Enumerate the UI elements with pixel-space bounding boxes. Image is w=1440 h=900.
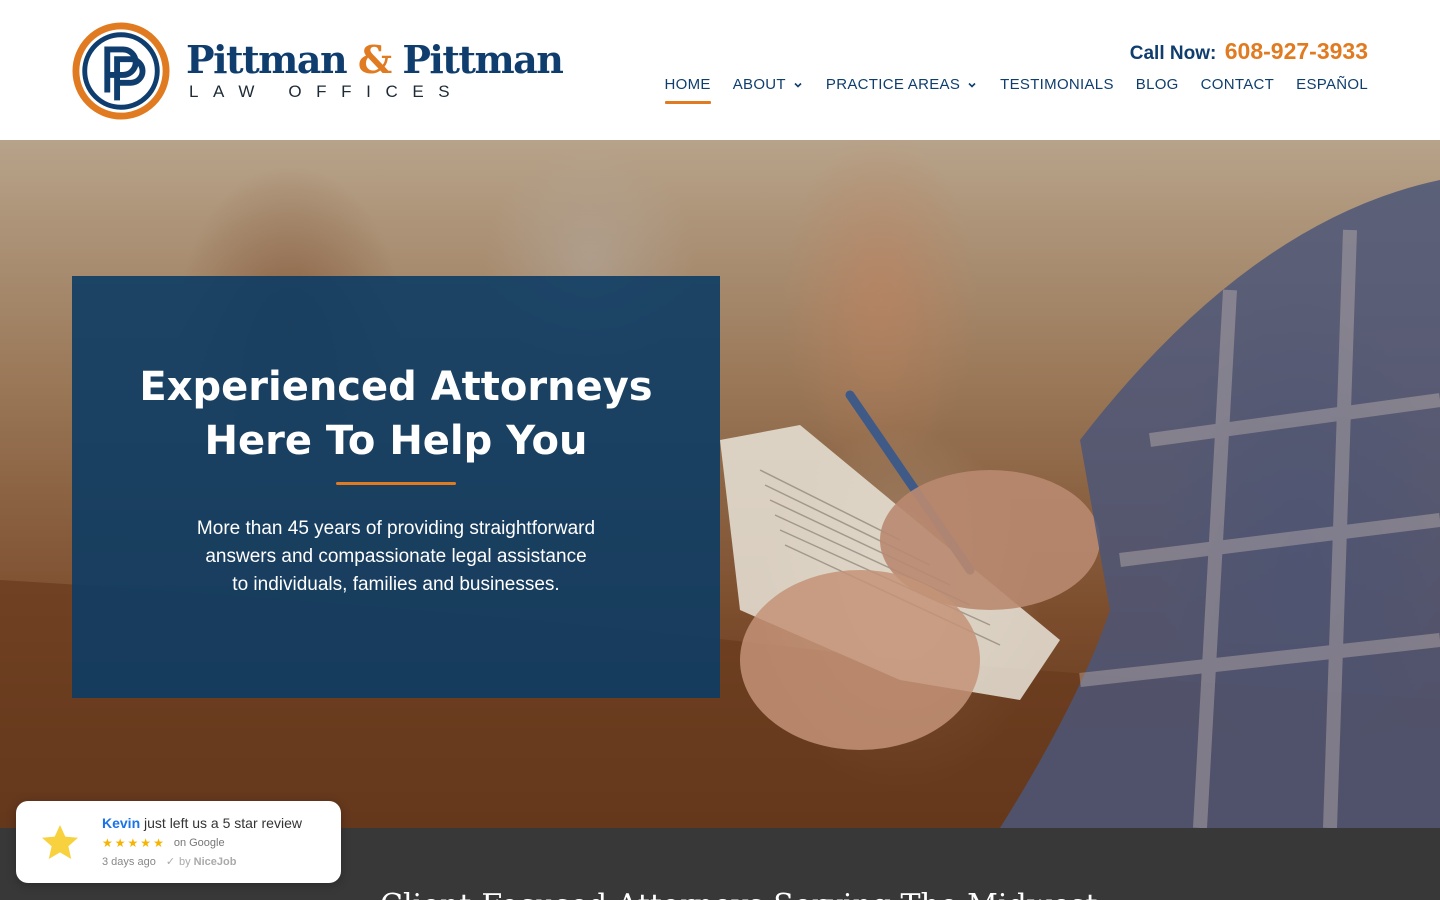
rating-star-icon: ★ [127,836,139,850]
review-provider-link[interactable]: NiceJob [194,856,237,868]
chevron-down-icon [968,82,976,88]
review-by-label: by [179,855,191,868]
logo-subtitle: LAW OFFICES [189,82,465,101]
check-icon: ✓ [165,856,176,868]
nav-item-contact[interactable]: CONTACT [1201,76,1274,101]
nav-item-about[interactable]: ABOUT [733,76,804,101]
nav-item-home[interactable]: HOME [664,76,711,104]
review-meta: 3 days ago ✓ by NiceJob [102,855,237,869]
nav-item-label: PRACTICE AREAS [825,76,961,93]
review-time: 3 days ago [102,855,156,868]
logo-ampersand: & [357,37,392,82]
nav-item-label: HOME [664,76,711,93]
star-icon [42,825,78,859]
phone-number-link[interactable]: 608-927-3933 [1225,38,1368,64]
hero-title-divider [336,482,456,485]
logo-firm-name: Pittman & Pittman [186,37,564,82]
rating-star-icon: ★ [153,836,164,850]
rating-star-icon: ★ [114,836,126,850]
nav-item-testimonials[interactable]: TESTIMONIALS [1000,76,1114,101]
nav-item-blog[interactable]: BLOG [1136,76,1179,101]
call-now-label: Call Now: [1129,43,1217,64]
review-rating: ★ ★ ★ ★ ★ on Google [102,836,225,850]
nav-item-label: ABOUT [732,76,786,93]
hero-description: More than 45 years of providing straight… [196,518,596,595]
nav-item-label: TESTIMONIALS [1000,76,1114,93]
pp-monogram-logo-icon [72,22,170,120]
hero-section: Experienced Attorneys Here To Help You M… [0,140,1440,828]
logo-name-first: Pittman [186,37,348,82]
review-notification[interactable]: Kevin just left us a 5 star review ★ ★ ★… [16,801,341,883]
rating-star-icon: ★ [140,836,152,850]
site-logo[interactable]: Pittman & Pittman LAW OFFICES [72,22,564,120]
hero-card: Experienced Attorneys Here To Help You M… [72,276,720,698]
nav-item-label: BLOG [1135,76,1179,93]
review-message: Kevin just left us a 5 star review [102,815,302,831]
site-header: Pittman & Pittman LAW OFFICES Call Now: … [0,0,1440,140]
reviewer-name: Kevin [102,815,141,831]
hero-title: Experienced Attorneys Here To Help You [139,364,653,464]
nav-item-label: CONTACT [1200,76,1275,93]
logo-wordmark: Pittman & Pittman LAW OFFICES [186,37,564,102]
section-heading: Client-Focused Attorneys Serving The Mid… [380,888,1098,900]
nav-item-label: ESPAÑOL [1296,76,1368,93]
call-now: Call Now: 608-927-3933 [1130,38,1368,65]
review-source: on Google [173,837,225,849]
logo-name-second: Pittman [402,37,564,82]
review-text: just left us a 5 star review [144,815,302,831]
nav-item-español[interactable]: ESPAÑOL [1296,76,1368,101]
main-nav: HOME ABOUT PRACTICE AREAS TESTIMONIALS BLOG C… [643,76,1368,104]
rating-star-icon: ★ [102,836,113,850]
nav-item-practice-areas[interactable]: PRACTICE AREAS [826,76,978,101]
chevron-down-icon [794,82,802,88]
